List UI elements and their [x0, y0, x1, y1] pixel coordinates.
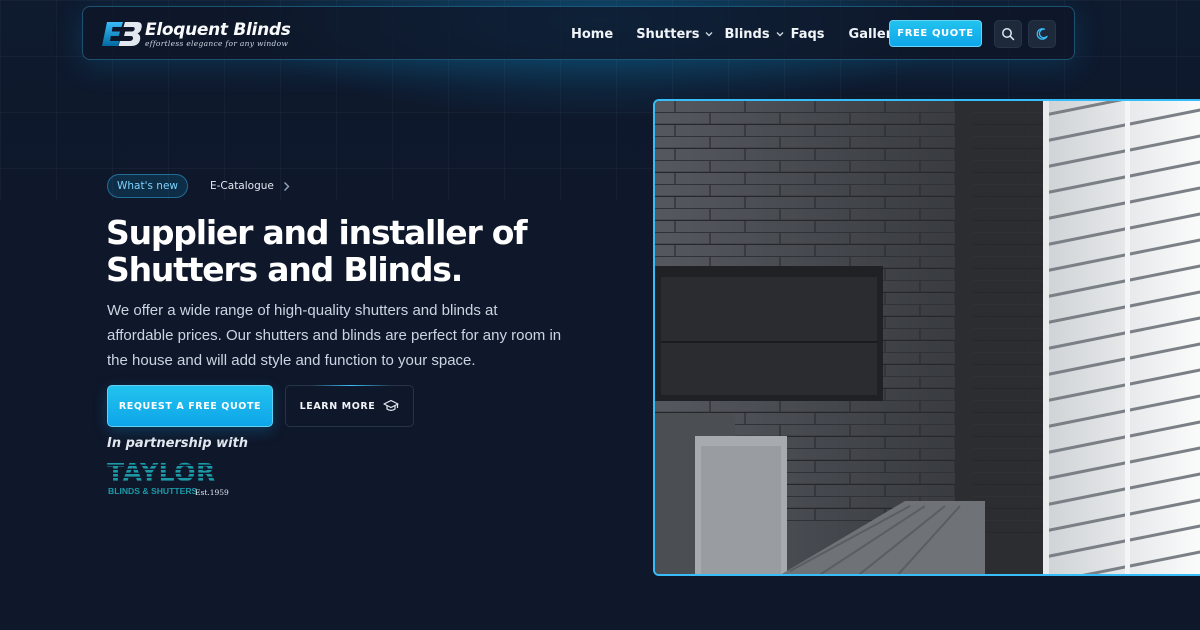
e-catalogue-label: E-Catalogue — [210, 180, 274, 192]
nav-shutters[interactable]: Shutters — [636, 27, 714, 42]
chevron-down-icon — [705, 32, 713, 37]
hero-headline: Supplier and installer of Shutters and B… — [106, 214, 626, 288]
partner-est: Est.1959 — [195, 488, 229, 497]
announcement-row: What's new E-Catalogue — [107, 174, 290, 198]
logo-text: Eloquent Blinds effortless elegance for … — [145, 21, 291, 48]
moon-icon — [1036, 28, 1048, 40]
search-icon — [1002, 28, 1015, 41]
brand-logo[interactable]: Eloquent Blinds effortless elegance for … — [101, 19, 291, 49]
chevron-down-icon — [776, 32, 784, 37]
brand-tagline: effortless elegance for any window — [145, 38, 289, 48]
nav-blinds-label: Blinds — [724, 26, 770, 42]
request-quote-button[interactable]: REQUEST A FREE QUOTE — [107, 385, 273, 427]
nav-home[interactable]: Home — [571, 27, 613, 42]
hero-image — [653, 99, 1200, 576]
free-quote-button[interactable]: FREE QUOTE — [889, 20, 982, 47]
headline-line-1: Supplier and installer of — [106, 213, 528, 252]
search-button[interactable] — [994, 20, 1022, 48]
e-catalogue-link[interactable]: E-Catalogue — [210, 180, 290, 192]
graduation-cap-icon — [383, 399, 400, 411]
partnership-label: In partnership with — [107, 436, 249, 451]
logo-mark-icon — [101, 20, 142, 48]
theme-toggle-button[interactable] — [1028, 20, 1056, 48]
nav-links: Home Shutters Blinds Faqs Gallery — [571, 7, 901, 61]
nav-blinds[interactable]: Blinds — [724, 27, 784, 42]
taylor-partner-logo[interactable]: TAYLOR BLINDS & SHUTTERS Est.1959 — [107, 458, 232, 500]
whats-new-badge: What's new — [107, 174, 188, 198]
partner-name: TAYLOR — [107, 458, 216, 487]
nav-shutters-label: Shutters — [636, 26, 700, 42]
learn-more-label: LEARN MORE — [299, 400, 376, 412]
headline-line-2: Shutters and Blinds. — [106, 250, 463, 289]
partner-sub: BLINDS & SHUTTERS — [108, 486, 198, 496]
nav-faqs[interactable]: Faqs — [791, 27, 825, 42]
chevron-right-icon — [283, 181, 290, 191]
hero-photo-illustration — [655, 101, 1200, 574]
navbar: Eloquent Blinds effortless elegance for … — [82, 6, 1075, 60]
hero-description: We offer a wide range of high-quality sh… — [107, 302, 562, 369]
brand-name: Eloquent Blinds — [145, 19, 291, 40]
learn-more-button[interactable]: LEARN MORE — [285, 385, 414, 427]
